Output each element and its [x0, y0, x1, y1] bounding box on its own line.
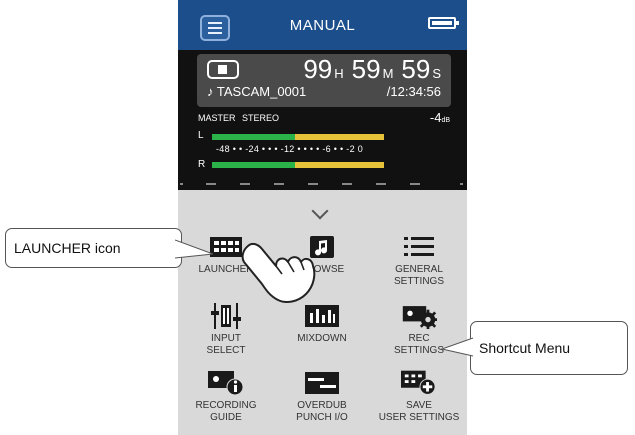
- master-label: MASTER: [198, 113, 236, 123]
- right-level-bar: [212, 162, 384, 168]
- shortcut-callout-text: Shortcut Menu: [479, 340, 571, 356]
- launcher-callout-pointer: [175, 239, 214, 259]
- overdub-punch-button[interactable]: OVERDUB PUNCH I/O: [274, 370, 370, 424]
- input-select-icon: [208, 303, 244, 329]
- pointing-hand-icon: [241, 242, 316, 303]
- stop-icon: [207, 60, 239, 79]
- save-user-settings-button[interactable]: SAVE USER SETTINGS: [371, 370, 467, 424]
- rec-settings-gear-icon: [401, 303, 437, 329]
- recording-guide-button[interactable]: RECORDING GUIDE: [178, 370, 274, 424]
- recording-guide-info-icon: [208, 370, 244, 396]
- battery-icon: [428, 17, 459, 29]
- right-channel-label: R: [198, 159, 206, 170]
- overdub-icon: [304, 370, 340, 396]
- shortcut-menu-callout: Shortcut Menu: [470, 321, 628, 375]
- input-select-button[interactable]: INPUT SELECT: [178, 303, 274, 357]
- left-channel-label: L: [198, 130, 204, 141]
- mode-label: STEREO: [242, 113, 280, 123]
- screen-title: MANUAL: [289, 17, 356, 34]
- time-counter-panel: 99 H 59 M 59 S ♪ TASCAM_0001 /12:34:56: [197, 54, 451, 107]
- level-readout: -4dB: [429, 110, 450, 125]
- home-display: 99 H 59 M 59 S ♪ TASCAM_0001 /12:34:56 MASTER…: [178, 50, 467, 190]
- meter-scale: -48 • • -24 • • • -12 • • • • -6 • • -2 …: [216, 144, 364, 154]
- file-name: ♪ TASCAM_0001: [207, 84, 307, 99]
- collapse-chevron-icon[interactable]: [311, 202, 329, 220]
- launcher-callout-text: LAUNCHER icon: [14, 240, 121, 256]
- fader-ticks: [178, 183, 467, 186]
- general-settings-button[interactable]: GENERAL SETTINGS: [371, 234, 467, 288]
- shortcut-callout-pointer: [440, 337, 474, 357]
- list-icon: [401, 234, 437, 260]
- launcher-callout: LAUNCHER icon: [5, 228, 182, 268]
- top-bar: MANUAL: [178, 0, 467, 50]
- left-level-bar: [212, 134, 384, 140]
- total-time: /12:34:56: [386, 84, 441, 99]
- recorder-screen: MANUAL 99 H 59 M 59 S ♪ TASCAM_0001 /12:34:56…: [178, 0, 467, 435]
- elapsed-time: 99 H 59 M 59 S: [303, 54, 441, 84]
- save-user-settings-icon: [401, 370, 437, 396]
